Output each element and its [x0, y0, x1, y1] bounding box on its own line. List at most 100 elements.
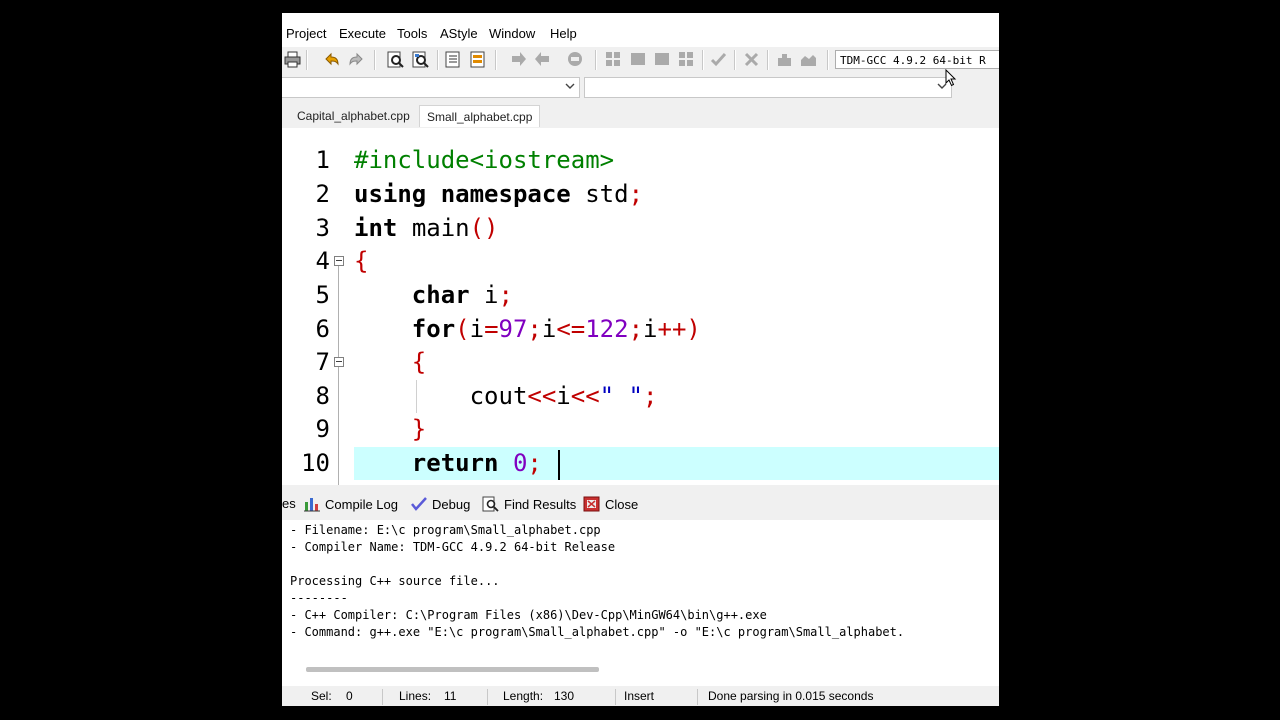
class-browser-bar — [282, 75, 999, 101]
tab-debug[interactable]: Debug — [410, 496, 470, 512]
code-token: << — [570, 382, 600, 410]
menu-execute[interactable]: Execute — [339, 26, 386, 41]
menu-project[interactable]: Project — [286, 26, 326, 41]
tab-capital-alphabet[interactable]: Capital_alphabet.cpp — [290, 105, 417, 127]
menu-astyle[interactable]: AStyle — [440, 26, 478, 41]
log-line: - Command: g++.exe "E:\c program\Small_a… — [290, 625, 905, 639]
tab-compile-log[interactable]: Compile Log — [303, 496, 398, 512]
code-line-10: return 0; — [354, 447, 542, 480]
log-line: -------- — [290, 591, 348, 605]
code-line-6: for(i=97;i<=122;i++) — [354, 313, 701, 346]
code-line-2: using namespace std; — [354, 178, 643, 211]
back-icon[interactable] — [510, 51, 527, 68]
compiler-select[interactable]: TDM-GCC 4.9.2 64-bit R — [835, 50, 999, 69]
code-token: std — [585, 180, 629, 208]
replace-icon[interactable] — [412, 51, 429, 68]
toolbar-separator — [767, 50, 769, 70]
compile-run-icon[interactable] — [654, 51, 671, 68]
line-number: 7 — [315, 348, 330, 376]
status-message: Done parsing in 0.015 seconds — [708, 689, 874, 703]
profile-icon[interactable] — [776, 51, 793, 68]
length-label: Length: — [503, 689, 544, 703]
code-line-3: int main() — [354, 212, 499, 245]
line-number: 1 — [315, 146, 330, 174]
fold-toggle[interactable] — [334, 357, 344, 367]
compile-log[interactable]: - Filename: E:\c program\Small_alphabet.… — [282, 520, 999, 686]
find-results-icon — [482, 496, 499, 512]
code-line-7: { — [354, 346, 426, 379]
sel-label: Sel: — [311, 689, 332, 703]
line-number: 11 — [282, 480, 330, 485]
message-tabs: es Compile Log Debug Find Results Close — [282, 489, 999, 519]
find-icon[interactable] — [387, 51, 404, 68]
menu-window[interactable]: Window — [489, 26, 535, 41]
tab-label: Debug — [432, 496, 471, 512]
code-line-1: #include<iostream> — [354, 144, 614, 177]
check-icon[interactable] — [710, 51, 727, 68]
bar-chart-icon — [304, 498, 320, 512]
code-token: () — [469, 214, 499, 242]
log-line: - Compiler Name: TDM-GCC 4.9.2 64-bit Re… — [290, 540, 616, 554]
line-number: 6 — [315, 315, 330, 343]
lines-value: 11 — [444, 689, 457, 703]
code-editor[interactable]: 1 2 3 4 5 6 7 8 9 10 11 #include<iostrea… — [282, 128, 999, 485]
toolbar-separator — [595, 50, 597, 70]
fold-toggle[interactable] — [334, 256, 344, 266]
stop-icon[interactable] — [743, 51, 760, 68]
debug-icon[interactable] — [800, 51, 817, 68]
indent-icon[interactable] — [444, 51, 461, 68]
undo-icon[interactable] — [323, 51, 340, 68]
tab-label: Compile Log — [325, 496, 398, 512]
code-token: ; — [527, 449, 542, 477]
menu-help[interactable]: Help — [550, 26, 577, 41]
fold-guide — [338, 266, 339, 485]
code-token: 122 — [585, 315, 629, 343]
print-icon[interactable] — [284, 51, 301, 68]
horizontal-scrollbar[interactable] — [306, 667, 599, 672]
code-token: { — [411, 348, 427, 376]
code-token: << — [527, 382, 557, 410]
toolbar-separator — [374, 50, 376, 70]
function-combo[interactable] — [584, 77, 952, 98]
line-number: 3 — [315, 214, 330, 242]
redo-icon[interactable] — [348, 51, 365, 68]
goto-icon[interactable] — [567, 51, 584, 68]
tab-label: Find Results — [504, 496, 577, 512]
log-line: - Filename: E:\c program\Small_alphabet.… — [290, 523, 601, 537]
rebuild-icon[interactable] — [678, 51, 695, 68]
status-separator — [382, 689, 383, 705]
tab-resources[interactable]: es — [282, 496, 296, 511]
tab-close[interactable]: Close — [583, 496, 638, 512]
checkmark-icon — [411, 497, 427, 511]
tab-find-results[interactable]: Find Results — [482, 496, 576, 512]
code-token: { — [354, 247, 369, 275]
compile-icon[interactable] — [605, 51, 622, 68]
sel-value: 0 — [346, 689, 353, 703]
unindent-icon[interactable] — [469, 51, 486, 68]
status-bar: Sel: 0 Lines: 11 Length: 130 Insert Done… — [282, 687, 999, 706]
class-combo[interactable] — [282, 77, 580, 98]
code-token: i — [643, 315, 658, 343]
code-token: using — [354, 180, 427, 208]
code-token: 97 — [498, 315, 528, 343]
line-number: 4 — [315, 247, 330, 275]
text-caret — [558, 450, 560, 480]
code-token: ; — [498, 281, 513, 309]
line-number: 9 — [315, 415, 330, 443]
forward-icon[interactable] — [534, 51, 551, 68]
chevron-down-icon — [565, 83, 575, 89]
tab-label: Close — [605, 496, 639, 512]
code-token: i — [469, 315, 485, 343]
code-token: i — [541, 315, 557, 343]
code-token: for — [411, 315, 456, 343]
menu-tools[interactable]: Tools — [397, 26, 427, 41]
lines-label: Lines: — [399, 689, 432, 703]
tab-small-alphabet[interactable]: Small_alphabet.cpp — [419, 105, 541, 127]
toolbar-separator — [827, 50, 829, 70]
code-token: ; — [628, 315, 644, 343]
run-icon[interactable] — [630, 51, 647, 68]
code-token: ++ — [657, 315, 687, 343]
code-token: 0 — [512, 449, 528, 477]
line-number: 10 — [301, 449, 330, 477]
editor-tabs: Capital_alphabet.cpp Small_alphabet.cpp — [282, 103, 999, 127]
